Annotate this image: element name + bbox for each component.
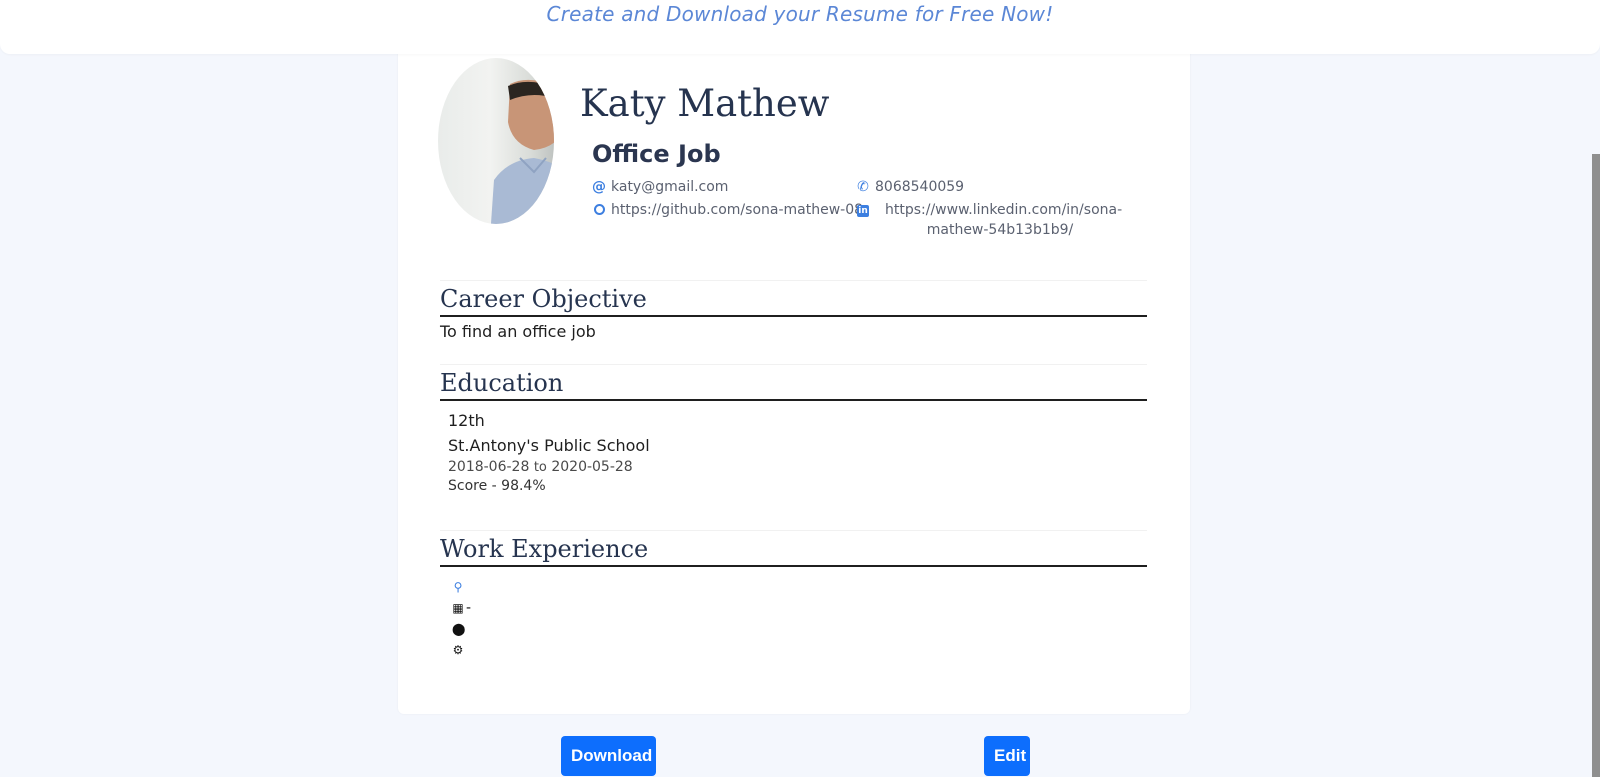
work-experience-item: ⚲ ▦ - ⬤ ⚙ [452,577,1147,661]
gear-icon: ⚙ [452,643,464,657]
job-title: Office Job [592,140,721,168]
work-location-row: ⬤ [452,619,1147,640]
work-link-row: ⚲ [452,577,1147,598]
person-illustration [490,79,554,224]
github-icon [592,200,606,220]
paperclip-icon[interactable]: ⚲ [452,577,464,598]
work-date-row: ▦ - [452,598,1147,619]
education-item: 12th St.Antony's Public School 2018-06-2… [448,411,1147,494]
linkedin-link[interactable]: https://www.linkedin.com/in/sona-mathew-… [885,200,1122,240]
career-objective-section: Career Objective To find an office job [440,280,1147,341]
education-score: Score - 98.4% [448,478,546,494]
education-degree: 12th [448,411,485,430]
contact-phone: ✆ 8068540059 [856,177,964,197]
resume-card: Katy Mathew Office Job @ katy@gmail.com ✆… [398,40,1190,714]
edit-button[interactable]: Edit [984,736,1030,776]
contact-github: https://github.com/sona-mathew-08 [592,200,863,220]
email-text[interactable]: katy@gmail.com [611,179,728,195]
section-title-education: Education [440,365,1147,401]
education-start-date: 2018-06-28 [448,459,530,475]
calendar-icon: ▦ [452,601,464,615]
candidate-name: Katy Mathew [580,82,830,125]
career-objective-text: To find an office job [440,322,596,341]
contact-linkedin: in https://www.linkedin.com/in/sona-mathe… [856,200,1126,240]
work-date-separator: - [466,600,472,616]
education-section: Education 12th St.Antony's Public School… [440,364,1147,494]
location-pin-icon: ⬤ [452,622,466,636]
date-separator: to [533,460,547,475]
education-end-date: 2020-05-28 [551,459,633,475]
tagline: Create and Download your Resume for Free… [546,2,1054,26]
education-school: St.Antony's Public School [448,436,650,455]
section-title-career: Career Objective [440,281,1147,317]
top-banner: Create and Download your Resume for Free… [0,0,1600,54]
profile-photo [438,58,554,224]
linkedin-icon: in [857,205,869,217]
work-description-row: ⚙ [452,640,1147,661]
github-link[interactable]: https://github.com/sona-mathew-08 [611,202,863,218]
phone-icon: ✆ [857,179,869,195]
scrollbar-thumb[interactable] [1592,154,1600,777]
work-experience-section: Work Experience ⚲ ▦ - ⬤ ⚙ [440,530,1147,661]
education-dates: 2018-06-28 to 2020-05-28 [448,459,1147,475]
phone-text: 8068540059 [875,179,965,195]
at-icon: @ [592,179,606,195]
download-button[interactable]: Download [561,736,656,776]
contact-email: @ katy@gmail.com [592,177,728,197]
section-title-work: Work Experience [440,531,1147,567]
